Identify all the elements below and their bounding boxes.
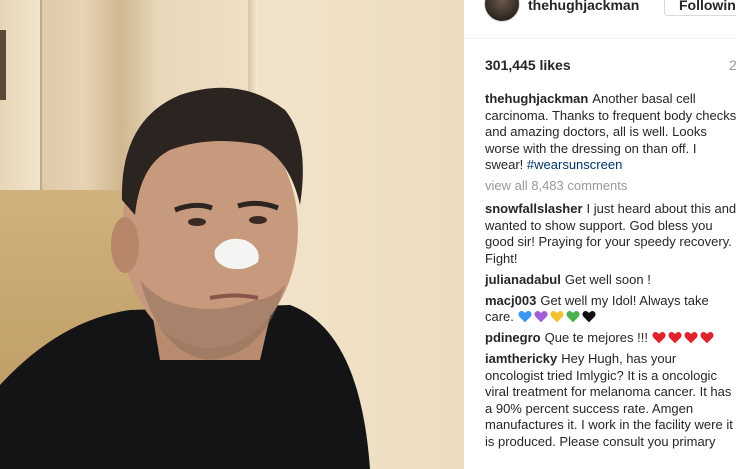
post-age[interactable]: 2 (729, 57, 736, 73)
comment-username[interactable]: pdinegro (485, 330, 541, 345)
view-all-comments-link[interactable]: view all 8,483 comments (485, 178, 736, 193)
comment-username[interactable]: macj003 (485, 293, 536, 308)
post-photo[interactable] (0, 0, 464, 469)
caption-hashtag[interactable]: #wearsunscreen (527, 157, 622, 172)
heart-emoji-icon (668, 332, 682, 344)
photo-person (0, 87, 370, 469)
heart-emoji-row (517, 309, 598, 324)
following-button[interactable]: Following (664, 0, 736, 16)
comment-item: pdinegro Que te mejores !!! (485, 330, 736, 347)
comment-username[interactable]: snowfallslasher (485, 201, 583, 216)
post-detail-panel: thehughjackman Following 301,445 likes 2… (464, 0, 736, 469)
comments-list: thehughjackman Another basal cell carcino… (485, 91, 736, 455)
heart-emoji-row (652, 330, 716, 345)
comment-item: snowfallslasher I just heard about this a… (485, 201, 736, 267)
header-username[interactable]: thehughjackman (528, 0, 639, 13)
comment-item: macj003 Get well my Idol! Always take car… (485, 293, 736, 326)
heart-emoji-icon (533, 311, 548, 323)
heart-emoji-icon (517, 311, 532, 323)
post-header: thehughjackman Following (464, 0, 736, 39)
heart-emoji-icon (700, 332, 714, 344)
comment-username[interactable]: julianadabul (485, 272, 561, 287)
avatar[interactable] (484, 0, 520, 22)
heart-emoji-icon (581, 311, 596, 323)
heart-emoji-icon (652, 332, 666, 344)
comment-text: Get well soon ! (564, 271, 651, 287)
caption: thehughjackman Another basal cell carcino… (485, 91, 736, 174)
likes-row: 301,445 likes 2 (485, 57, 736, 77)
comment-username[interactable]: iamthericky (485, 351, 557, 366)
heart-emoji-icon (565, 311, 580, 323)
comment-item: iamthericky Hey Hugh, has your oncologist… (485, 351, 736, 450)
comment-text: Que te mejores !!! (544, 330, 648, 345)
caption-username[interactable]: thehughjackman (485, 91, 588, 106)
comment-item: julianadabul Get well soon ! (485, 272, 736, 289)
heart-emoji-icon (549, 311, 564, 323)
heart-emoji-icon (684, 332, 698, 344)
likes-count[interactable]: 301,445 likes (485, 57, 571, 73)
